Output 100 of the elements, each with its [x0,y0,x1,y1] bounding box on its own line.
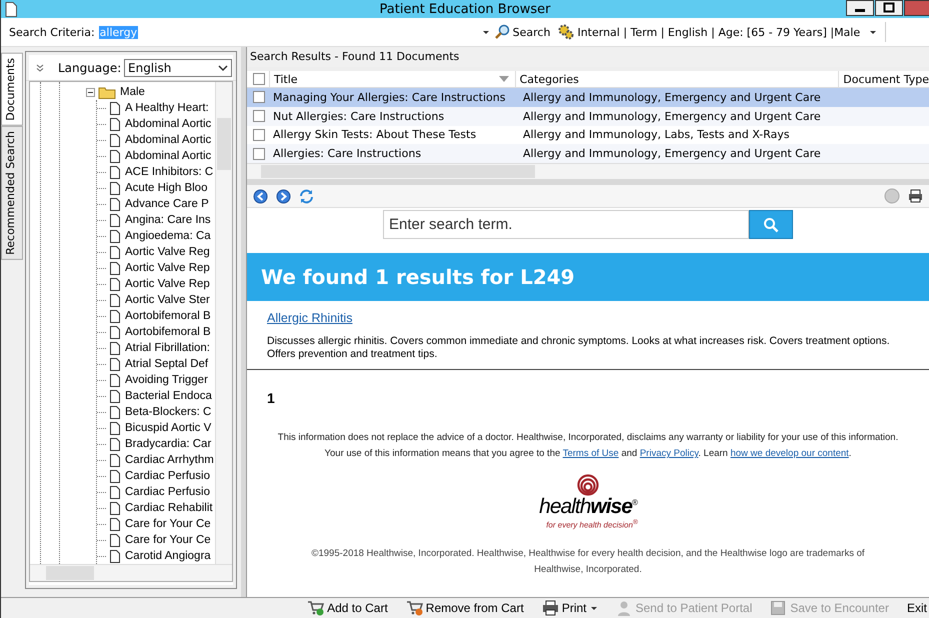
table-cell-text: Nut Allergies: Care Instructions [273,110,446,123]
horizontal-scrollbar[interactable] [247,163,929,179]
document-icon [110,230,120,242]
tree-item[interactable]: Bacterial Endoca [124,390,213,402]
toolbar-button[interactable]: Add to Cart [305,598,390,618]
minimize-icon[interactable] [846,0,874,16]
tree-item[interactable]: Atrial Septal Def [124,358,210,370]
row-checkbox[interactable] [253,91,265,104]
tree-item[interactable]: Abdominal Aortic [124,134,212,146]
tree-item[interactable]: Angioedema: Ca [124,230,212,242]
document-icon [110,182,120,194]
result-row[interactable]: Allergies: Care Instructions Allergy and Immunology, Emergency and Urgent Care [247,144,929,163]
document-icon [110,358,120,370]
cart-icon [307,600,324,616]
tree-item[interactable]: Angina: Care Ins [124,214,212,226]
column-header[interactable]: Title [269,71,515,87]
row-checkbox[interactable] [253,128,265,141]
tree-item[interactable]: Care for Your Ce [124,534,212,546]
filter-dropdown[interactable]: Internal | Term | English | Age: [65 - 79 Years] |Male [554,22,886,42]
tree-item[interactable]: Acute High Bloo [124,182,208,194]
printer-icon[interactable] [908,189,923,203]
logo-tagline: for every health decision$^{®}$ [546,518,638,530]
tree-item[interactable]: Beta-Blockers: C [124,406,212,418]
tree-item[interactable]: Male [119,86,146,98]
document-icon [110,422,120,434]
tree-item[interactable]: Care for Your Ce [124,518,212,530]
search-icon [494,24,510,40]
row-checkbox[interactable] [253,110,265,122]
tree-item[interactable]: Atrial Fibrillation: [124,342,211,354]
tree-item[interactable]: Advance Care P [124,198,210,210]
search-button[interactable] [749,210,793,239]
caret-icon[interactable] [482,28,490,36]
spiral-logo-icon [575,474,601,496]
refresh-icon[interactable] [299,188,314,204]
maximize-icon[interactable] [875,0,903,16]
gear-icon [558,24,574,40]
tree-item[interactable]: Abdominal Aortic [124,150,212,162]
tree-item[interactable]: Cardiac Perfusio [124,470,212,482]
document-icon [110,118,120,130]
result-row[interactable]: Allergy Skin Tests: About These Tests Allergy and Immunology, Labs, Tests and X-Rays [247,126,929,144]
text-link[interactable]: how we develop our content [730,448,849,459]
tree-item[interactable]: A Healthy Heart: [124,102,210,114]
tree-item[interactable]: Abdominal Aortic [124,118,212,130]
toolbar-button[interactable]: Print [540,598,600,618]
side-tab[interactable]: Recommended Search [1,126,23,260]
sort-icon [498,76,509,82]
back-icon[interactable] [253,188,268,204]
tree-item[interactable]: Aortic Valve Ster [124,294,211,306]
tree-item[interactable]: ACE Inhibitors: C [124,166,214,178]
tree-item[interactable]: Aortic Valve Rep [124,262,211,274]
tree-item[interactable]: Aortobifemoral B [124,310,212,322]
tree-item[interactable]: Cardiac Rehabilit [124,502,214,514]
document-icon [110,550,120,562]
column-header[interactable]: Categories [514,71,838,87]
tree-item[interactable]: Avoiding Trigger [124,374,209,386]
collapse-icon[interactable] [86,88,95,96]
result-description: Discusses allergic rhinitis. Covers common immediate and chronic symptoms. Looks at what increases risk. Covers treatment options. Offers prevention and treatment tips. [267,335,891,361]
document-icon [110,438,120,450]
table-cell: Allergy and Immunology, Emergency and Urgent Care [523,90,821,104]
tree-item[interactable]: Cardiac Arrhythm [124,454,215,466]
tree-item[interactable]: Bradycardia: Car [124,438,212,450]
document-icon [110,102,120,114]
toolbar-button[interactable]: Remove from Cart [404,598,526,618]
toolbar-button[interactable]: Exit [904,598,929,618]
forward-icon[interactable] [276,188,291,204]
tree-item[interactable]: Aortic Valve Reg [124,246,211,258]
table-cell-text: Allergies: Care Instructions [273,147,422,160]
tree-item[interactable]: Aortic Valve Rep [124,278,211,290]
document-icon [110,374,120,386]
page-number[interactable]: 1 [267,390,275,406]
collapse-icon[interactable] [36,64,44,72]
folder-icon [98,85,116,99]
language-label: Language: [58,61,122,75]
table-cell-text: Managing Your Allergies: Care Instructions [273,90,506,104]
results-header: Search Results - Found 11 Documents [247,47,929,67]
horizontal-scrollbar[interactable] [30,564,232,581]
tree-item[interactable]: Bicuspid Aortic V [124,422,212,434]
document-icon [110,134,120,146]
table-cell: Allergy and Immunology, Emergency and Urgent Care [523,110,821,123]
document-icon [110,406,120,418]
tree-item[interactable]: Carotid Angiogra [124,550,212,562]
side-tab[interactable]: Documents [1,53,23,126]
document-icon [110,502,120,514]
select-all-checkbox[interactable] [253,73,265,85]
chevron-icon [218,64,228,72]
search-field[interactable]: Enter search term. [383,210,749,239]
tree-item[interactable]: Cardiac Perfusio [124,486,212,498]
document-icon [110,326,120,338]
column-header[interactable]: Document Type [838,71,929,87]
search-button[interactable]: Search [490,22,554,42]
result-row[interactable]: Nut Allergies: Care Instructions Allergy and Immunology, Emergency and Urgent Care [247,106,929,126]
search-icon [763,216,779,232]
vertical-scrollbar[interactable] [215,82,232,564]
result-link[interactable]: Allergic Rhinitis [267,311,352,325]
text-link[interactable]: Terms of Use [562,448,619,459]
language-dropdown[interactable]: English [124,59,232,77]
row-checkbox[interactable] [253,148,265,160]
tree-item[interactable]: Aortobifemoral B [124,326,212,338]
result-row[interactable]: Managing Your Allergies: Care Instructions Allergy and Immunology, Emergency and Urgent Care [247,88,929,107]
text-link[interactable]: Privacy Policy [640,448,698,459]
